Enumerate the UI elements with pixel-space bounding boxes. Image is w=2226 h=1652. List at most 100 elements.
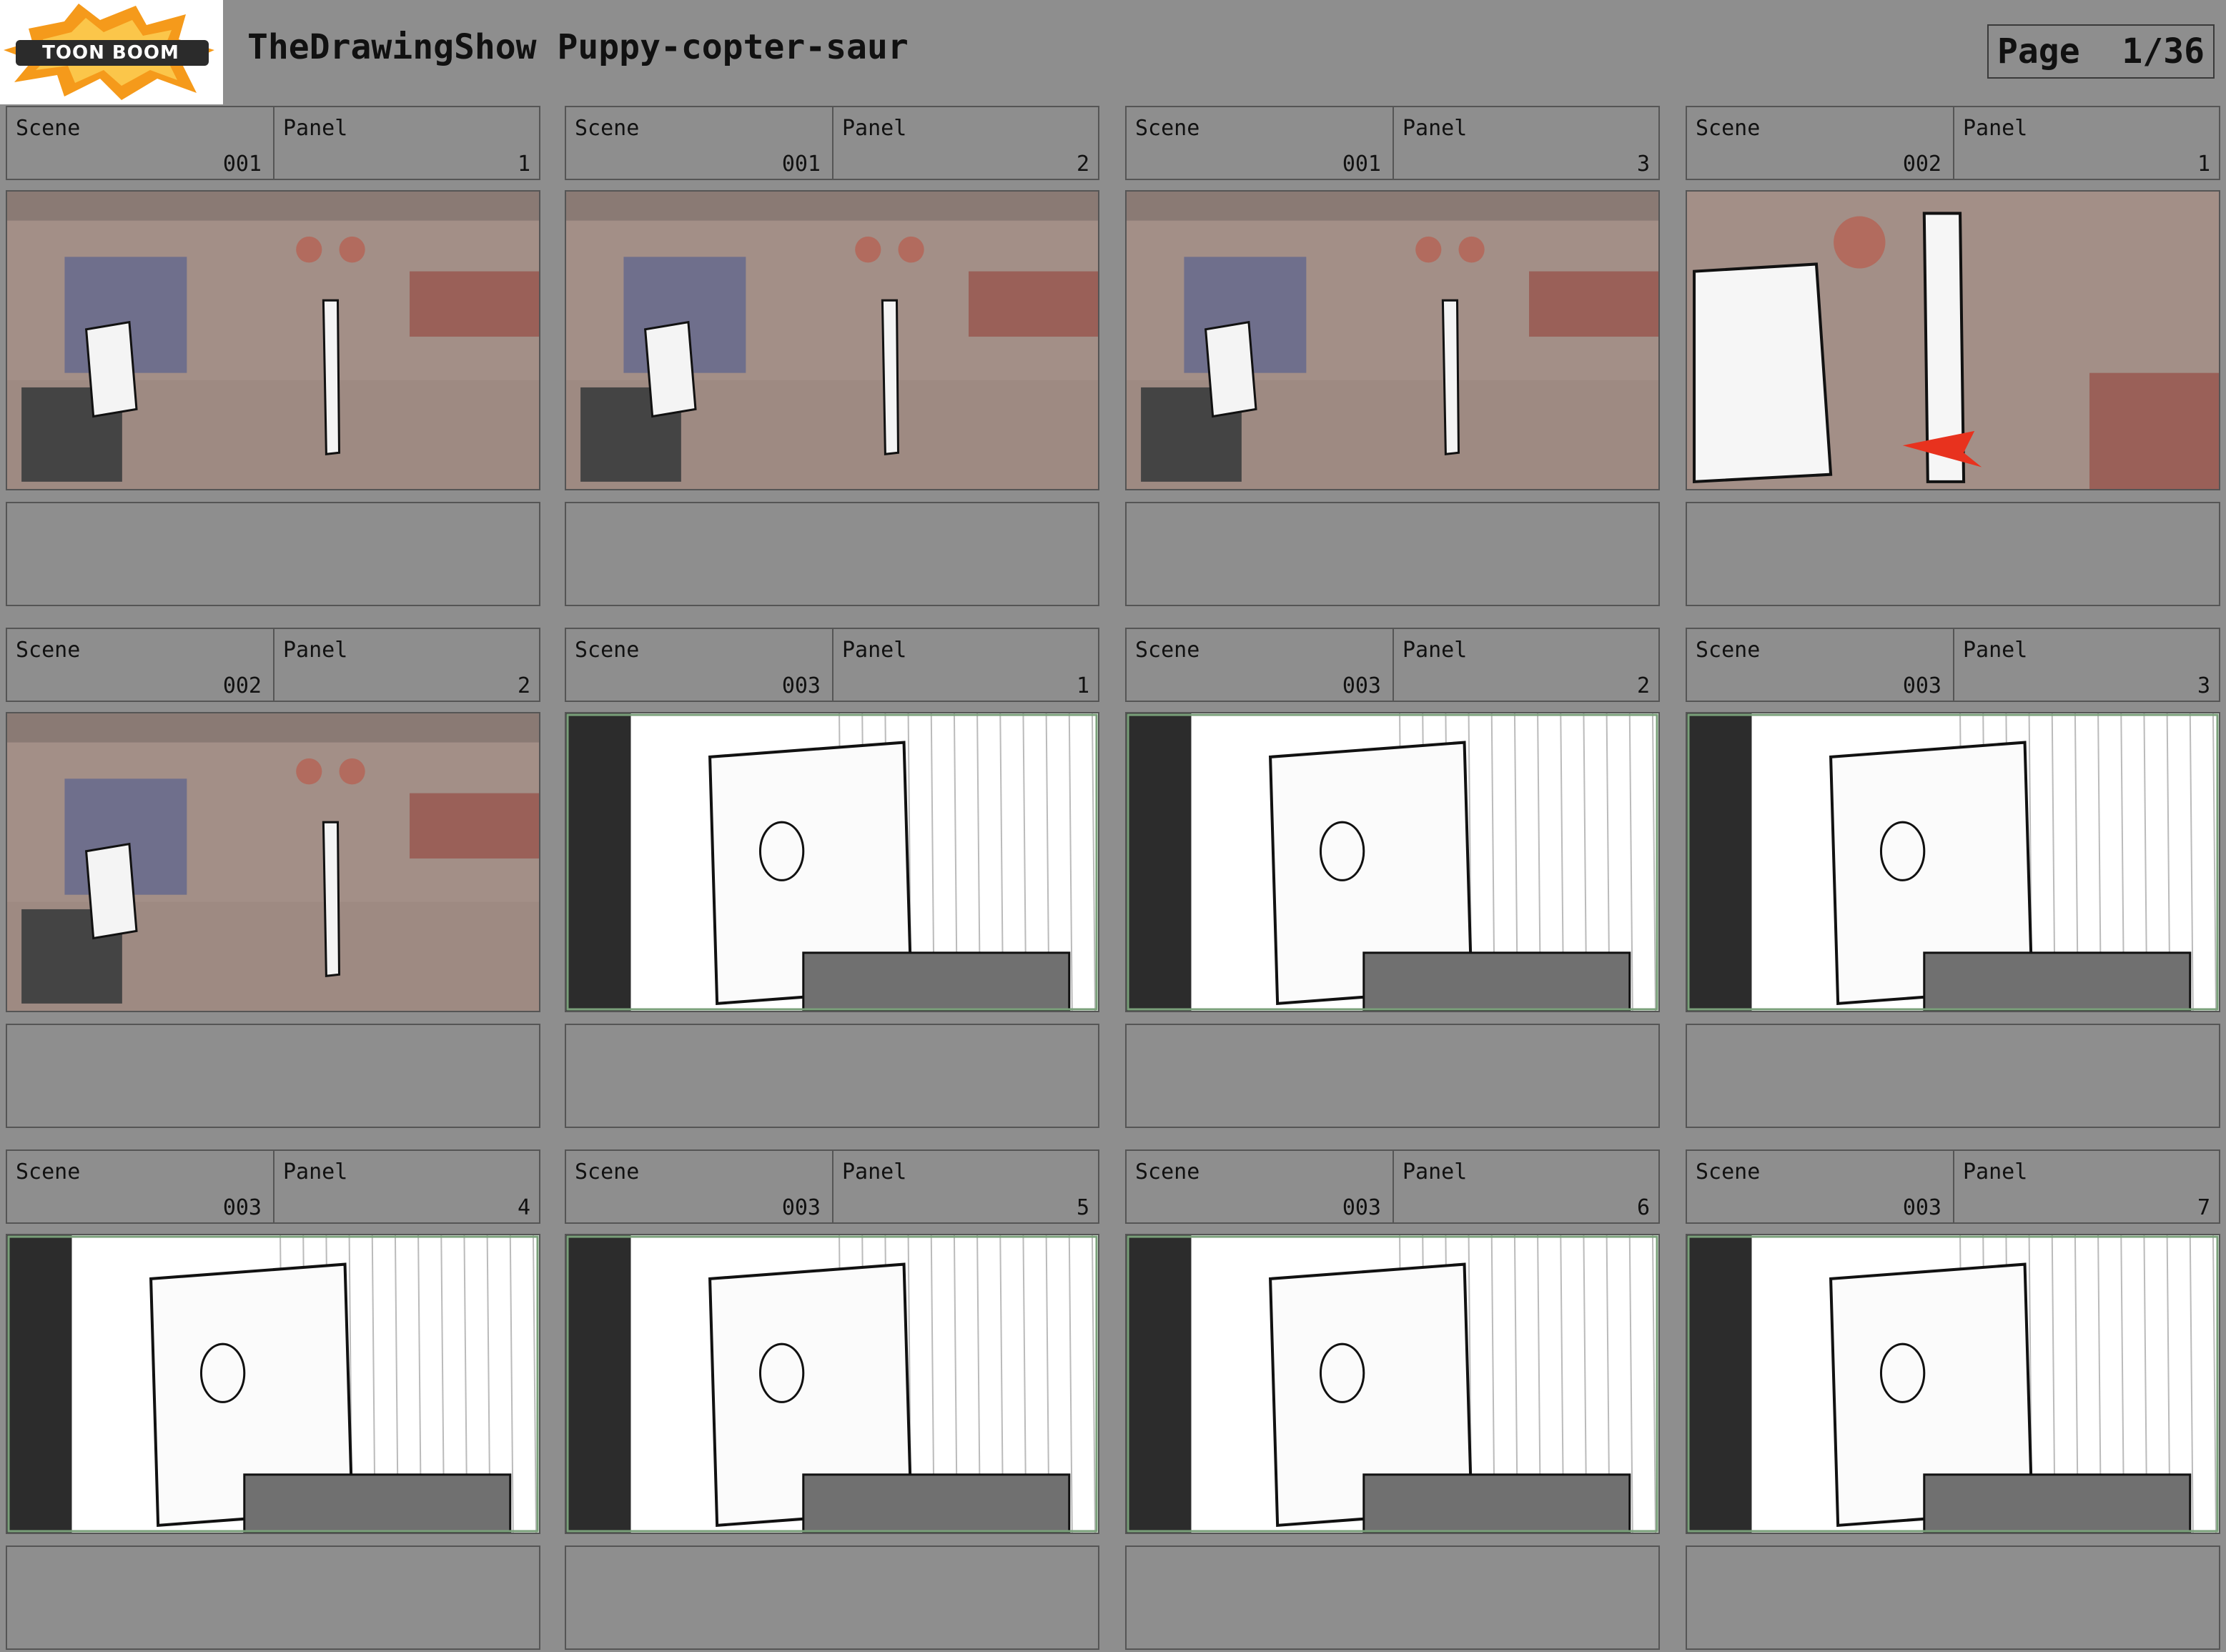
scene-number: 003	[1902, 673, 1941, 698]
panel-number: 2	[517, 673, 530, 698]
panel-number: 5	[1076, 1195, 1089, 1220]
panel-header: Scene 001 Panel 2	[565, 106, 1099, 180]
panel-notes-box[interactable]	[565, 1545, 1099, 1650]
scene-number: 001	[1342, 152, 1381, 177]
panel-notes-box[interactable]	[1125, 1024, 1660, 1128]
panel-image	[1686, 190, 2220, 490]
page-indicator: Page 1/36	[1987, 24, 2215, 79]
toon-boom-logo: TOON BOOM	[0, 0, 223, 104]
header-divider	[832, 107, 833, 179]
panel-label: Panel	[842, 638, 907, 663]
scene-label: Scene	[575, 1159, 640, 1184]
header-divider	[1953, 1151, 1954, 1222]
panel-image	[1125, 190, 1660, 490]
panel-label: Panel	[842, 116, 907, 141]
panel-number: 1	[1076, 673, 1089, 698]
panel-header: Scene 002 Panel 2	[6, 628, 540, 702]
panel-notes-box[interactable]	[6, 502, 540, 606]
panel-number: 1	[517, 152, 530, 177]
storyboard-page: TOON BOOM TheDrawingShow Puppy-copter-sa…	[0, 0, 2226, 1652]
panel-notes-box[interactable]	[1125, 1545, 1660, 1650]
panel-number: 2	[1076, 152, 1089, 177]
panel-image	[1686, 1234, 2220, 1534]
header-divider	[1393, 107, 1394, 179]
panel-label: Panel	[1963, 116, 2028, 141]
panel-image	[1125, 1234, 1660, 1534]
panel-header: Scene 003 Panel 1	[565, 628, 1099, 702]
header-divider	[832, 1151, 833, 1222]
scene-label: Scene	[1135, 116, 1200, 141]
panel-label: Panel	[1963, 1159, 2028, 1184]
scene-label: Scene	[575, 116, 640, 141]
panel-label: Panel	[283, 116, 348, 141]
scene-label: Scene	[16, 638, 81, 663]
panel-image	[565, 712, 1099, 1012]
header-divider	[832, 629, 833, 701]
panel-notes-box[interactable]	[565, 1024, 1099, 1128]
panel-number: 3	[2197, 673, 2210, 698]
panel-number: 6	[1636, 1195, 1650, 1220]
panel-number: 7	[2197, 1195, 2210, 1220]
page-number: 1/36	[2122, 31, 2205, 71]
scene-label: Scene	[1696, 638, 1761, 663]
header-divider	[273, 1151, 274, 1222]
panel-header: Scene 001 Panel 1	[6, 106, 540, 180]
panel-label: Panel	[1963, 638, 2028, 663]
panel-number: 4	[517, 1195, 530, 1220]
panel-label: Panel	[1403, 116, 1468, 141]
panel-label: Panel	[1403, 1159, 1468, 1184]
panel-image	[6, 1234, 540, 1534]
header-divider	[1953, 107, 1954, 179]
scene-number: 002	[222, 673, 262, 698]
panel-notes-box[interactable]	[1686, 1024, 2220, 1128]
header-divider	[1953, 629, 1954, 701]
scene-number: 003	[1342, 673, 1381, 698]
panel-notes-box[interactable]	[6, 1024, 540, 1128]
panel-notes-box[interactable]	[1686, 1545, 2220, 1650]
scene-number: 001	[222, 152, 262, 177]
panel-notes-box[interactable]	[1686, 502, 2220, 606]
scene-label: Scene	[1696, 1159, 1761, 1184]
panel-image	[565, 190, 1099, 490]
logo-text: TOON BOOM	[42, 42, 179, 64]
page-label: Page	[1997, 31, 2080, 71]
panel-label: Panel	[1403, 638, 1468, 663]
panel-header: Scene 003 Panel 4	[6, 1149, 540, 1224]
storyboard-title: TheDrawingShow Puppy-copter-saur	[247, 27, 909, 67]
panel-number: 3	[1636, 152, 1650, 177]
scene-number: 001	[781, 152, 821, 177]
panel-label: Panel	[283, 1159, 348, 1184]
panel-label: Panel	[842, 1159, 907, 1184]
panel-header: Scene 003 Panel 5	[565, 1149, 1099, 1224]
header-divider	[273, 629, 274, 701]
scene-number: 003	[1902, 1195, 1941, 1220]
panel-header: Scene 003 Panel 2	[1125, 628, 1660, 702]
panel-header: Scene 001 Panel 3	[1125, 106, 1660, 180]
header-divider	[1393, 1151, 1394, 1222]
panel-notes-box[interactable]	[1125, 502, 1660, 606]
scene-number: 003	[781, 1195, 821, 1220]
panel-number: 1	[2197, 152, 2210, 177]
scene-label: Scene	[575, 638, 640, 663]
scene-number: 003	[222, 1195, 262, 1220]
scene-number: 003	[1342, 1195, 1381, 1220]
panel-number: 2	[1636, 673, 1650, 698]
scene-label: Scene	[16, 116, 81, 141]
panel-label: Panel	[283, 638, 348, 663]
panel-image	[6, 712, 540, 1012]
panel-image	[1125, 712, 1660, 1012]
panel-image	[565, 1234, 1099, 1534]
scene-number: 003	[781, 673, 821, 698]
panel-notes-box[interactable]	[565, 502, 1099, 606]
scene-label: Scene	[16, 1159, 81, 1184]
header-divider	[273, 107, 274, 179]
panel-header: Scene 003 Panel 3	[1686, 628, 2220, 702]
scene-label: Scene	[1135, 1159, 1200, 1184]
header-divider	[1393, 629, 1394, 701]
panel-header: Scene 003 Panel 7	[1686, 1149, 2220, 1224]
panel-header: Scene 003 Panel 6	[1125, 1149, 1660, 1224]
scene-label: Scene	[1696, 116, 1761, 141]
scene-label: Scene	[1135, 638, 1200, 663]
panel-notes-box[interactable]	[6, 1545, 540, 1650]
panel-image	[6, 190, 540, 490]
